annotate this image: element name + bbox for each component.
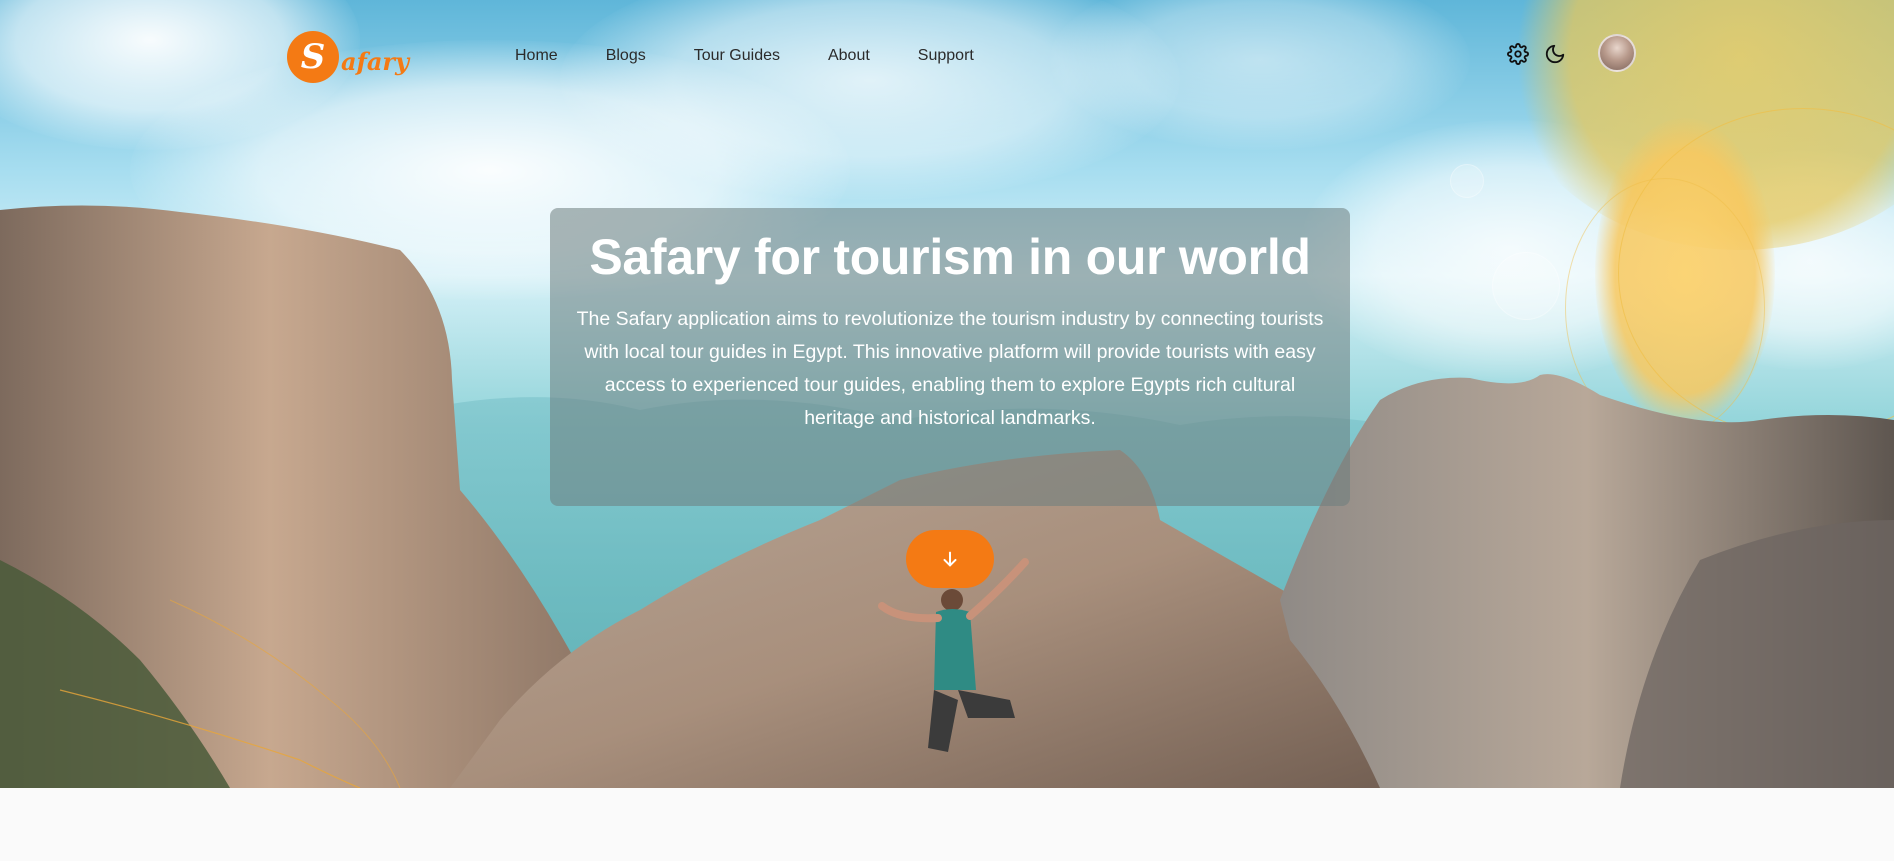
nav-link-blogs[interactable]: Blogs [606,47,646,65]
nav-link-support[interactable]: Support [918,47,974,65]
arrow-down-icon [943,551,957,567]
nav-link-home[interactable]: Home [515,47,558,65]
logo-wordmark: afary [341,46,410,76]
nav-link-tour-guides[interactable]: Tour Guides [694,47,780,65]
moon-icon [1545,44,1565,64]
settings-button[interactable] [1506,42,1530,66]
top-navbar: S afary Home Blogs Tour Guides About Sup… [0,0,1894,110]
theme-toggle-button[interactable] [1543,42,1567,66]
hero-card: Safary for tourism in our world The Safa… [550,208,1350,506]
hero-section: S afary Home Blogs Tour Guides About Sup… [0,0,1894,788]
nav-link-about[interactable]: About [828,47,870,65]
scroll-down-button[interactable] [906,530,994,588]
brand-logo[interactable]: S afary [287,31,409,83]
hero-description: The Safary application aims to revolutio… [576,308,1324,429]
gear-icon [1507,43,1529,65]
user-avatar[interactable] [1598,34,1636,72]
hero-title: Safary for tourism in our world [589,229,1311,285]
logo-mark: S [287,31,339,83]
main-menu: Home Blogs Tour Guides About Support [515,47,974,65]
